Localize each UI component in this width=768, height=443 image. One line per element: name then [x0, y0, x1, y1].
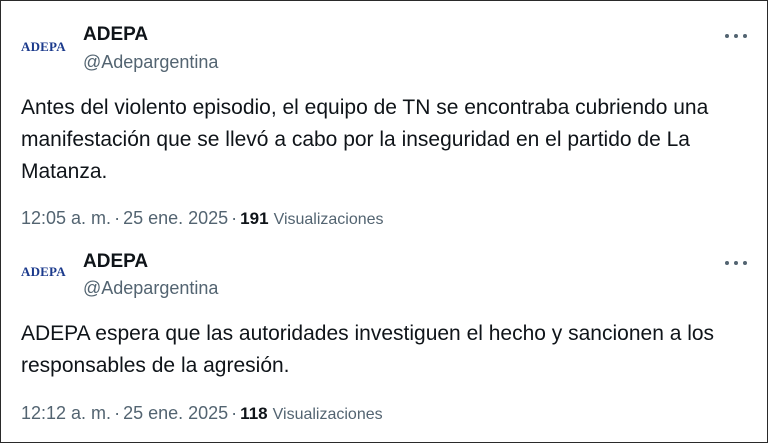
dot — [734, 34, 738, 38]
more-options-icon[interactable] — [725, 28, 747, 44]
views-label: Visualizaciones — [273, 211, 384, 228]
tweet-text: ADEPA espera que las autoridades investi… — [21, 322, 715, 377]
separator: · — [114, 403, 121, 423]
author-handle[interactable]: @Adepargentina — [83, 277, 218, 299]
tweet-date[interactable]: 25 ene. 2025 — [123, 403, 228, 423]
dot — [734, 261, 738, 265]
dot — [725, 261, 729, 265]
tweet[interactable]: ADEPA ADEPA @Adepargentina ADEPA espera … — [1, 237, 767, 442]
tweet-metadata: 12:05 a. m. · 25 ene. 2025 · 191 Visualizaci… — [21, 207, 384, 231]
tweet-time[interactable]: 12:12 a. m. — [21, 403, 111, 423]
author-name[interactable]: ADEPA — [83, 251, 148, 273]
tweet-time[interactable]: 12:05 a. m. — [21, 208, 111, 228]
view-count: 191 — [240, 209, 269, 228]
tweet-text: Antes del violento episodio, el equipo d… — [21, 96, 709, 183]
dot — [743, 261, 747, 265]
separator: · — [114, 208, 121, 228]
tweet[interactable]: ADEPA ADEPA @Adepargentina Antes del vio… — [1, 1, 767, 233]
separator: · — [231, 403, 238, 423]
author-name[interactable]: ADEPA — [83, 24, 148, 46]
dot — [725, 34, 729, 38]
avatar-logo[interactable]: ADEPA — [21, 258, 73, 286]
views-label: Visualizaciones — [272, 406, 383, 423]
separator: · — [231, 208, 238, 228]
view-count: 118 — [240, 404, 268, 423]
tweet-thread-panel: ADEPA ADEPA @Adepargentina Antes del vio… — [0, 0, 768, 443]
tweet-metadata: 12:12 a. m. · 25 ene. 2025 · 118 Visualizaci… — [21, 402, 383, 426]
tweet-date[interactable]: 25 ene. 2025 — [123, 208, 228, 228]
more-options-icon[interactable] — [725, 255, 747, 271]
dot — [743, 34, 747, 38]
avatar-logo[interactable]: ADEPA — [21, 33, 73, 61]
author-handle[interactable]: @Adepargentina — [83, 51, 218, 73]
